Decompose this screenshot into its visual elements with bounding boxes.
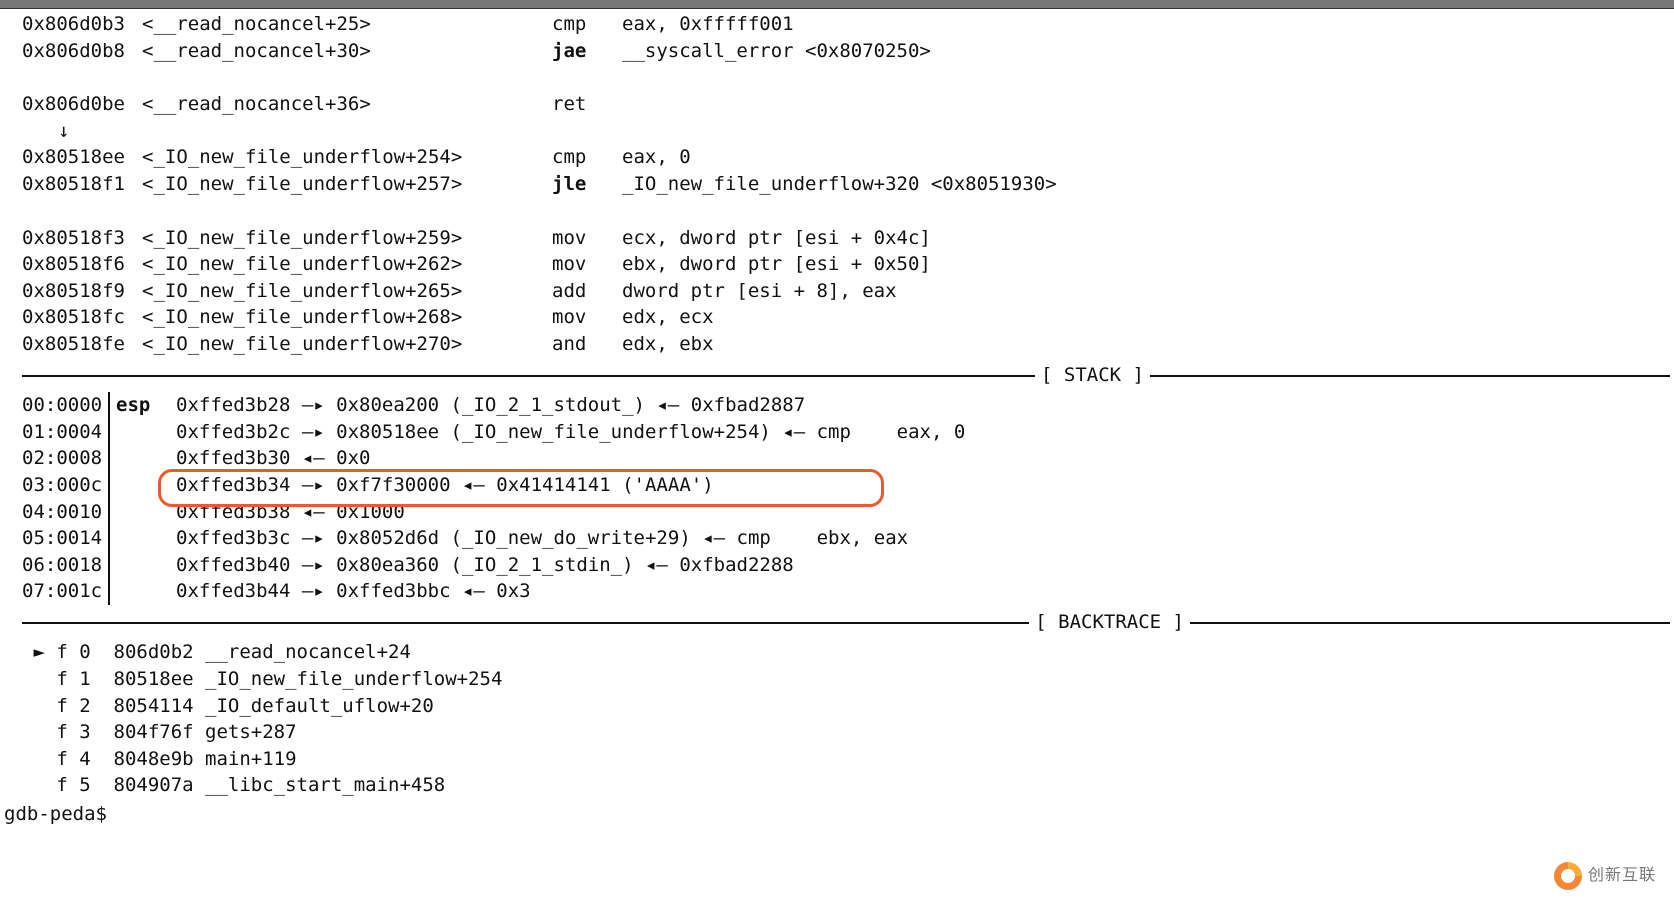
stack-row: 02:00080xffed3b30 ◂— 0x0 (22, 445, 1670, 472)
disasm-line: 0x80518f6 <_IO_new_file_underflow+262>mo… (22, 251, 1670, 278)
watermark-text: 创新互联 (1588, 865, 1656, 887)
disasm-line: 0x806d0be <__read_nocancel+36>ret (22, 91, 1670, 118)
disasm-line: 0x80518fe <_IO_new_file_underflow+270>an… (22, 331, 1670, 358)
section-label-backtrace: [ BACKTRACE ] (1029, 609, 1190, 636)
stack-row: 01:00040xffed3b2c —▸ 0x80518ee (_IO_new_… (22, 419, 1670, 446)
disasm-line: 0x80518ee <_IO_new_file_underflow+254>cm… (22, 144, 1670, 171)
window-titlebar[interactable] (0, 0, 1674, 9)
stack-row: 00:0000esp0xffed3b28 —▸ 0x80ea200 (_IO_2… (22, 392, 1670, 419)
stack-row: 07:001c0xffed3b44 —▸ 0xffed3bbc ◂— 0x3 (22, 578, 1670, 605)
section-label-stack: [ STACK ] (1035, 362, 1150, 389)
disasm-line: 0x806d0b8 <__read_nocancel+30>jae__sysca… (22, 38, 1670, 65)
stack-row: 04:00100xffed3b38 ◂— 0x1000 (22, 499, 1670, 526)
flow-arrow-icon: ↓ (22, 118, 1670, 145)
disasm-line: 0x80518f1 <_IO_new_file_underflow+257>jl… (22, 171, 1670, 198)
disasm-line: 0x80518fc <_IO_new_file_underflow+268>mo… (22, 304, 1670, 331)
backtrace-frame: f 3 804f76f gets+287 (22, 719, 1670, 746)
stack-panel: 00:0000esp0xffed3b28 —▸ 0x80ea200 (_IO_2… (0, 390, 1674, 607)
backtrace-panel: ► f 0 806d0b2 __read_nocancel+24 f 1 805… (0, 637, 1674, 801)
terminal-screen: 0x806d0b3 <__read_nocancel+25>cmpeax, 0x… (0, 0, 1674, 906)
stack-row: 06:00180xffed3b40 —▸ 0x80ea360 (_IO_2_1_… (22, 552, 1670, 579)
backtrace-frame: f 1 80518ee _IO_new_file_underflow+254 (22, 666, 1670, 693)
backtrace-frame: f 5 804907a __libc_start_main+458 (22, 772, 1670, 799)
backtrace-frame: f 2 8054114 _IO_default_uflow+20 (22, 693, 1670, 720)
backtrace-frame: f 4 8048e9b main+119 (22, 746, 1670, 773)
disassembly-panel: 0x806d0b3 <__read_nocancel+25>cmpeax, 0x… (0, 9, 1674, 360)
stack-row: 03:000c0xffed3b34 —▸ 0xf7f30000 ◂— 0x414… (22, 472, 1670, 499)
backtrace-frame: ► f 0 806d0b2 __read_nocancel+24 (22, 639, 1670, 666)
disasm-line: 0x80518f3 <_IO_new_file_underflow+259>mo… (22, 225, 1670, 252)
section-sep-backtrace: [ BACKTRACE ] (0, 607, 1674, 638)
stack-row: 05:00140xffed3b3c —▸ 0x8052d6d (_IO_new_… (22, 525, 1670, 552)
disasm-line: 0x806d0b3 <__read_nocancel+25>cmpeax, 0x… (22, 11, 1670, 38)
section-sep-stack: [ STACK ] (0, 360, 1674, 391)
disasm-line: 0x80518f9 <_IO_new_file_underflow+265>ad… (22, 278, 1670, 305)
watermark: 创新互联 (1554, 862, 1656, 890)
gdb-prompt[interactable]: gdb-peda$ (0, 801, 1674, 828)
watermark-logo-icon (1554, 862, 1582, 890)
